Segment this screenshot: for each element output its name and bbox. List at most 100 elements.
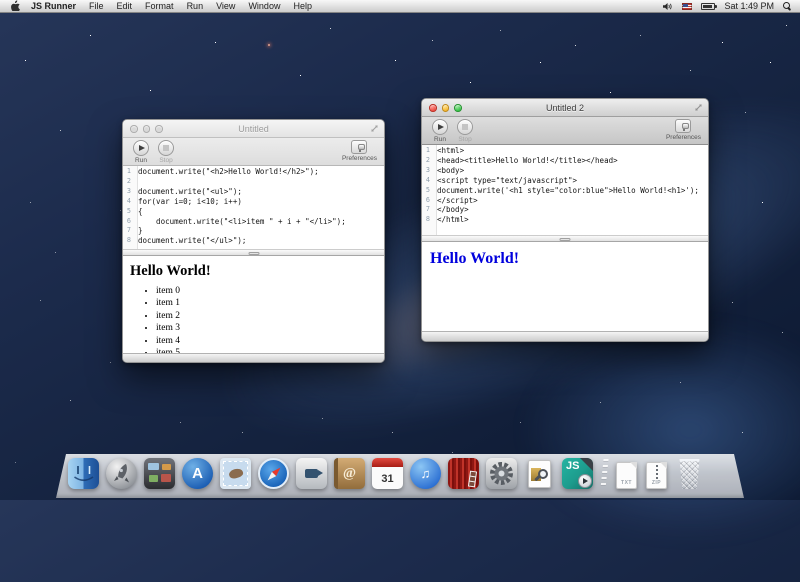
play-icon [438, 124, 444, 130]
code-text: document.write("</ul>"); [134, 236, 246, 246]
window-title: Untitled [238, 124, 269, 134]
resize-icon[interactable] [694, 103, 703, 112]
close-button[interactable] [130, 125, 138, 133]
preferences-group: Preferences [342, 140, 377, 162]
menu-item[interactable]: View [216, 1, 235, 11]
spotlight-icon[interactable] [783, 2, 791, 10]
toolbar: Run Stop Preferences [123, 138, 384, 166]
zoom-button[interactable] [454, 104, 462, 112]
dock-item-launchpad[interactable] [106, 458, 137, 489]
code-editor[interactable]: 1 <html> 2 <head><title>Hello World!</ti… [422, 145, 708, 235]
stop-button[interactable] [158, 140, 174, 156]
dock-item-itunes[interactable]: ♫ [410, 458, 441, 489]
stop-button[interactable] [457, 119, 473, 135]
dock-item-ical[interactable]: 31 [372, 458, 403, 489]
volume-icon[interactable] [663, 2, 673, 11]
dock-item-preview[interactable] [524, 458, 555, 489]
splitter-grip-icon [560, 238, 571, 242]
minimize-button[interactable] [442, 104, 450, 112]
dock-item-facetime[interactable] [296, 458, 327, 489]
code-text: <body> [433, 166, 464, 176]
zoom-button[interactable] [155, 125, 163, 133]
output-list-item: item 3 [156, 322, 384, 334]
code-text: { [134, 207, 143, 217]
titlebar[interactable]: Untitled [123, 120, 384, 138]
window-title: Untitled 2 [546, 103, 584, 113]
preferences-label: Preferences [342, 155, 377, 162]
mini-window-icon [161, 474, 171, 482]
menu-item[interactable]: Format [145, 1, 174, 11]
dock-item-mission-control[interactable] [144, 458, 175, 489]
menu-item[interactable]: Run [187, 1, 204, 11]
output-list-item: item 1 [156, 297, 384, 309]
eagle-icon [228, 467, 244, 480]
play-icon [139, 145, 145, 151]
line-number: 1 [123, 167, 134, 177]
us-flag-icon[interactable] [682, 3, 692, 10]
dock-item-finder[interactable] [68, 458, 99, 489]
menu-bar-status: Sat 1:49 PM [663, 1, 800, 11]
menu-clock[interactable]: Sat 1:49 PM [724, 1, 774, 11]
line-number: 5 [123, 207, 134, 217]
output-pane: Hello World! item 0item 1item 2item 3ite… [123, 256, 384, 353]
run-button[interactable] [133, 140, 149, 156]
document-icon [528, 460, 551, 488]
dock-item-js-runner[interactable]: JS [562, 458, 593, 489]
music-note-icon: ♫ [421, 466, 431, 481]
dock-item-zip-file[interactable]: ZIP [646, 460, 669, 489]
zip-file-icon: ZIP [646, 462, 667, 489]
photo-strip-icon [468, 471, 477, 488]
code-editor[interactable]: 1 document.write("<h2>Hello World!</h2>"… [123, 166, 384, 249]
run-button-group: Run [130, 140, 152, 164]
code-line: 5 { [123, 207, 384, 217]
resize-icon[interactable] [370, 124, 379, 133]
code-line: 1 <html> [422, 146, 708, 156]
close-button[interactable] [429, 104, 437, 112]
line-number: 6 [422, 196, 433, 206]
window-bottom-bar [422, 331, 708, 341]
splitter-handle[interactable] [422, 235, 708, 242]
code-line: 7 </body> [422, 205, 708, 215]
menu-bar-left: JS Runner File Edit Format Run View Window Hel… [0, 1, 312, 11]
stamp-icon [223, 461, 248, 486]
apple-menu-icon[interactable] [9, 0, 20, 11]
preferences-group: Preferences [666, 119, 701, 141]
rocket-icon [106, 458, 137, 489]
preferences-button[interactable] [351, 140, 367, 154]
code-text: <html> [433, 146, 464, 156]
dock-item-mail[interactable] [220, 458, 251, 489]
menu-item[interactable]: Edit [117, 1, 133, 11]
menu-item[interactable]: Window [248, 1, 280, 11]
minimize-button[interactable] [143, 125, 151, 133]
play-badge-icon [578, 474, 592, 488]
splitter-handle[interactable] [123, 249, 384, 256]
preferences-button[interactable] [675, 119, 691, 133]
battery-icon[interactable] [701, 3, 715, 10]
code-line: 3 <body> [422, 166, 708, 176]
dock-separator [600, 459, 608, 489]
code-text: document.write("<ul>"); [134, 187, 242, 197]
dock-item-app-store[interactable]: A [182, 458, 213, 489]
dock-item-trash[interactable] [676, 459, 703, 489]
nebula-glow [520, 320, 800, 540]
output-list-item: item 4 [156, 335, 384, 347]
code-line: 7 } [123, 226, 384, 236]
zip-file-label: ZIP [647, 480, 666, 486]
run-button[interactable] [432, 119, 448, 135]
dock-item-txt-file[interactable]: TXT [616, 460, 639, 489]
dock-item-safari[interactable] [258, 458, 289, 489]
code-line: 8 document.write("</ul>"); [123, 236, 384, 246]
stop-label: Stop [159, 157, 172, 164]
line-number: 3 [123, 187, 134, 197]
menu-item[interactable]: File [89, 1, 104, 11]
menu-app-name[interactable]: JS Runner [31, 1, 76, 11]
dock-item-photo-booth[interactable] [448, 458, 479, 489]
menu-item[interactable]: Help [293, 1, 312, 11]
code-text: </html> [433, 215, 469, 225]
line-number: 4 [422, 176, 433, 186]
titlebar[interactable]: Untitled 2 [422, 99, 708, 117]
dock-item-system-preferences[interactable] [486, 458, 517, 489]
code-text: for(var i=0; i<10; i++) [134, 197, 242, 207]
dock-item-address-book[interactable]: @ [334, 458, 365, 489]
stop-button-group: Stop [454, 119, 476, 143]
